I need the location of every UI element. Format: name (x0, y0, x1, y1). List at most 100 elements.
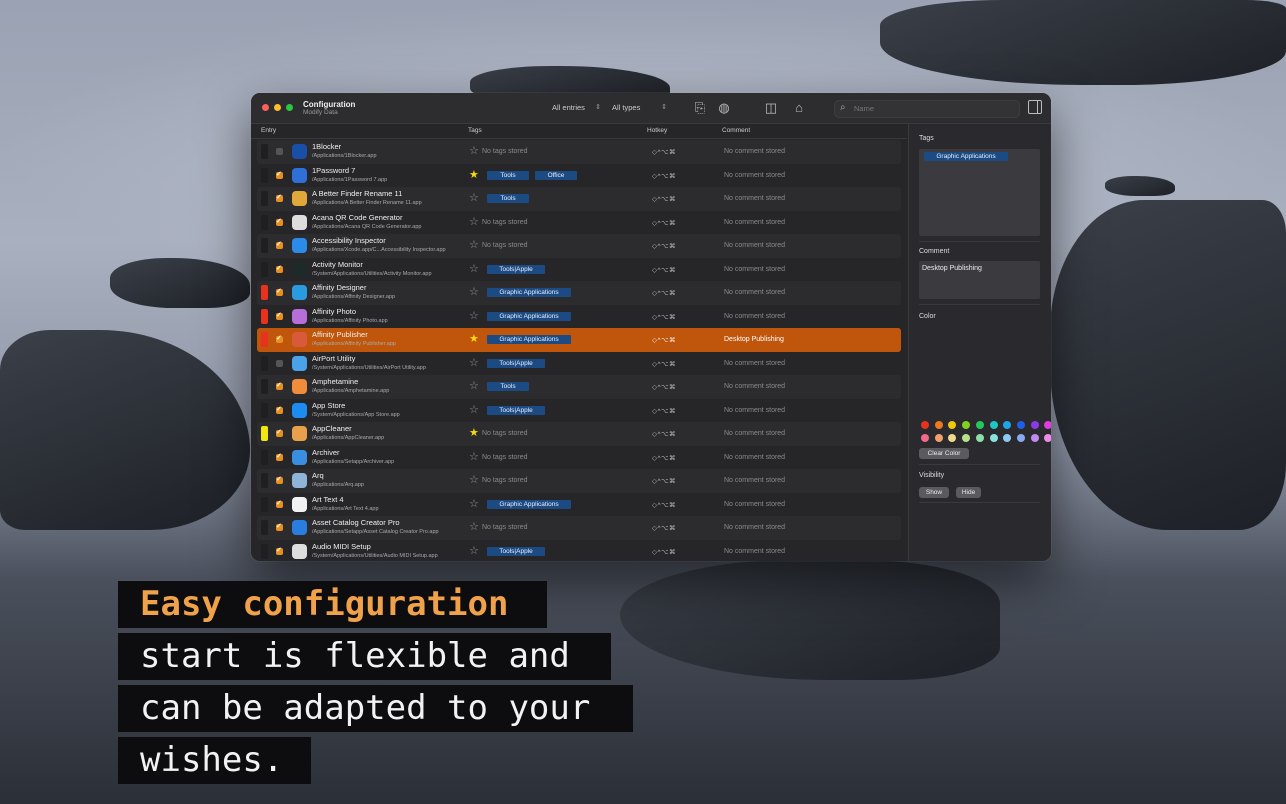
favorite-star-icon[interactable]: ☆ (469, 545, 479, 557)
color-swatch[interactable] (934, 434, 943, 442)
hotkey-field[interactable]: ◇^⌥⌘ (652, 477, 676, 485)
table-row[interactable]: Art Text 4/Applications/Art Text 4.app ☆ G… (257, 493, 901, 517)
enable-checkbox[interactable] (276, 311, 283, 320)
hotkey-field[interactable]: ◇^⌥⌘ (652, 383, 676, 391)
hotkey-field[interactable]: ◇^⌥⌘ (652, 172, 676, 180)
color-swatch[interactable] (948, 421, 957, 429)
color-swatch[interactable] (1030, 434, 1039, 442)
comment-cell[interactable]: No comment stored (724, 219, 785, 226)
column-hotkey[interactable]: Hotkey (647, 127, 667, 134)
zoom-button[interactable] (286, 104, 293, 111)
enable-checkbox[interactable] (276, 452, 283, 461)
table-row[interactable]: AirPort Utility/System/Applications/Util… (257, 352, 901, 376)
hotkey-field[interactable]: ◇^⌥⌘ (652, 454, 676, 462)
tag-chip[interactable]: Tools|Apple (487, 546, 545, 556)
comment-cell[interactable]: No comment stored (724, 430, 785, 437)
table-row[interactable]: Affinity Designer/Applications/Affinity … (257, 281, 901, 305)
color-swatch[interactable] (1016, 434, 1025, 442)
globe-icon[interactable]: ◍ (716, 100, 732, 116)
favorite-star-icon[interactable]: ☆ (469, 474, 479, 486)
table-row[interactable]: A Better Finder Rename 11/Applications/A… (257, 187, 901, 211)
color-swatch[interactable] (962, 434, 971, 442)
tag-edit-icon[interactable]: ⌂ (791, 100, 807, 116)
comment-cell[interactable]: No comment stored (724, 501, 785, 508)
tag-chip[interactable]: Tools|Apple (487, 358, 545, 368)
comment-cell[interactable]: No comment stored (724, 172, 785, 179)
hotkey-field[interactable]: ◇^⌥⌘ (652, 360, 676, 368)
color-swatch[interactable] (962, 421, 971, 429)
enable-checkbox[interactable] (276, 193, 283, 202)
tag-chip[interactable]: Tools (487, 170, 529, 180)
types-filter-popup[interactable]: All types ⇕ (609, 101, 670, 115)
table-row[interactable]: App Store/System/Applications/App Store.… (257, 399, 901, 423)
enable-checkbox[interactable] (276, 428, 283, 437)
table-row[interactable]: Arq/Applications/Arq.app ☆No tags stored ◇… (257, 469, 901, 493)
favorite-star-icon[interactable]: ☆ (469, 216, 479, 228)
comment-field[interactable]: Desktop Publishing (919, 261, 1040, 299)
color-swatch[interactable] (948, 434, 957, 442)
search-field[interactable]: ⌕ Name (834, 100, 1020, 118)
hotkey-field[interactable]: ◇^⌥⌘ (652, 148, 676, 156)
comment-cell[interactable]: No comment stored (724, 289, 785, 296)
show-button[interactable]: Show (919, 487, 949, 498)
favorite-star-icon[interactable]: ★ (469, 169, 479, 181)
color-swatch[interactable] (1044, 421, 1051, 429)
comment-cell[interactable]: No comment stored (724, 454, 785, 461)
table-row[interactable]: Activity Monitor/System/Applications/Uti… (257, 258, 901, 282)
table-row[interactable]: Audio MIDI Setup/System/Applications/Uti… (257, 540, 901, 562)
comment-cell[interactable]: No comment stored (724, 360, 785, 367)
close-button[interactable] (262, 104, 269, 111)
hotkey-field[interactable]: ◇^⌥⌘ (652, 219, 676, 227)
clear-color-button[interactable]: Clear Color (919, 448, 969, 459)
comment-cell[interactable]: No comment stored (724, 383, 785, 390)
tag-chip[interactable]: Tools|Apple (487, 264, 545, 274)
table-row[interactable]: AppCleaner/Applications/AppCleaner.app★N… (257, 422, 901, 446)
comment-cell[interactable]: No comment stored (724, 477, 785, 484)
color-swatch[interactable] (934, 421, 943, 429)
hotkey-field[interactable]: ◇^⌥⌘ (652, 501, 676, 509)
tag-chip[interactable]: Graphic Applications (487, 335, 571, 344)
hotkey-field[interactable]: ◇^⌥⌘ (652, 524, 676, 532)
color-swatch[interactable] (989, 434, 998, 442)
favorite-star-icon[interactable]: ☆ (469, 145, 479, 157)
color-swatch[interactable] (975, 434, 984, 442)
hotkey-field[interactable]: ◇^⌥⌘ (652, 430, 676, 438)
enable-checkbox[interactable] (276, 381, 283, 390)
favorite-star-icon[interactable]: ☆ (469, 380, 479, 392)
tag-chip[interactable]: Tools|Apple (487, 405, 545, 415)
tag-chip[interactable]: Graphic Applications (487, 311, 571, 321)
selected-tag[interactable]: Graphic Applications (924, 152, 1008, 161)
color-swatch[interactable] (921, 421, 929, 429)
enable-checkbox[interactable] (276, 405, 283, 414)
favorite-star-icon[interactable]: ☆ (469, 239, 479, 251)
hotkey-field[interactable]: ◇^⌥⌘ (652, 266, 676, 274)
favorite-star-icon[interactable]: ☆ (469, 404, 479, 416)
favorite-star-icon[interactable]: ★ (469, 427, 479, 439)
table-row[interactable]: Accessibility Inspector/Applications/Xco… (257, 234, 901, 258)
comment-cell[interactable]: No comment stored (724, 195, 785, 202)
favorite-star-icon[interactable]: ☆ (469, 263, 479, 275)
table-row[interactable]: Archiver/Applications/Setapp/Archiver.ap… (257, 446, 901, 470)
hotkey-field[interactable]: ◇^⌥⌘ (652, 548, 676, 556)
favorite-star-icon[interactable]: ☆ (469, 498, 479, 510)
split-view-icon[interactable]: ◫ (763, 100, 779, 116)
entries-filter-popup[interactable]: All entries ⇕ (549, 101, 604, 115)
table-row[interactable]: Amphetamine/Applications/Amphetamine.app… (257, 375, 901, 399)
enable-checkbox[interactable] (276, 264, 283, 273)
table-row[interactable]: 1Password 7/Applications/1Password 7.app… (257, 164, 901, 188)
table-row[interactable]: Affinity Photo/Applications/Affinity Pho… (257, 305, 901, 329)
comment-cell[interactable]: No comment stored (724, 407, 785, 414)
comment-cell[interactable]: No comment stored (724, 148, 785, 155)
enable-checkbox[interactable] (276, 334, 283, 343)
favorite-star-icon[interactable]: ☆ (469, 286, 479, 298)
tag-chip[interactable]: Graphic Applications (487, 499, 571, 509)
favorite-star-icon[interactable]: ☆ (469, 357, 479, 369)
minimize-button[interactable] (274, 104, 281, 111)
enable-checkbox[interactable] (276, 240, 283, 249)
table-row[interactable]: Asset Catalog Creator Pro/Applications/S… (257, 516, 901, 540)
comment-cell[interactable]: No comment stored (724, 313, 785, 320)
column-entry[interactable]: Entry (261, 127, 276, 134)
table-row[interactable]: Affinity Publisher/Applications/Affinity… (257, 328, 901, 352)
hotkey-field[interactable]: ◇^⌥⌘ (652, 242, 676, 250)
tag-chip[interactable]: Tools (487, 194, 529, 203)
